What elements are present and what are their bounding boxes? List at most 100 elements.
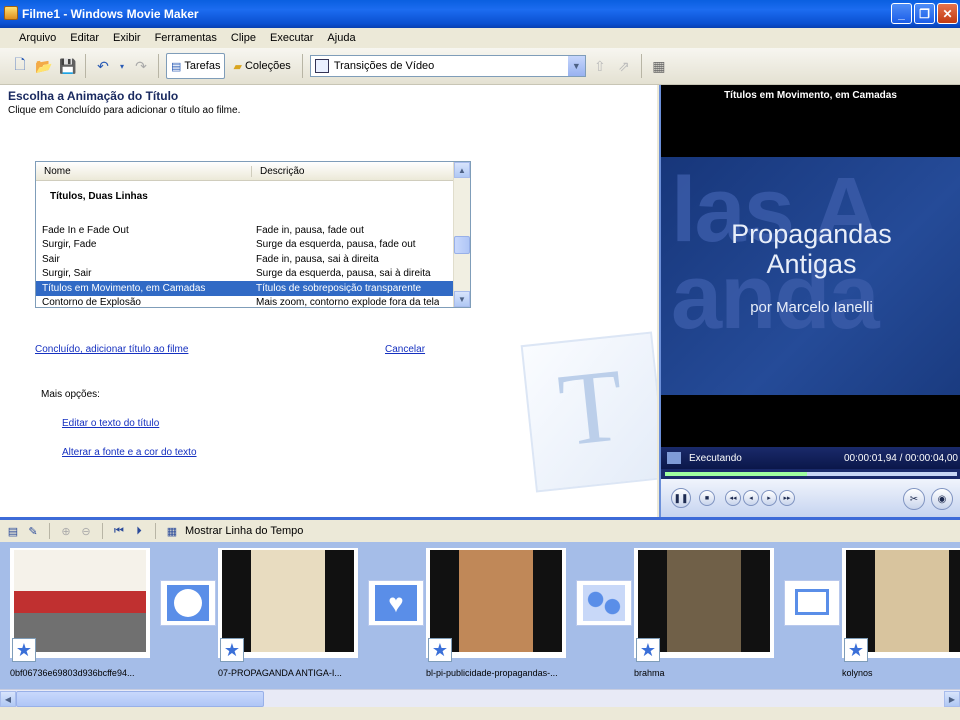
- video-effect-star-icon[interactable]: ★: [428, 638, 452, 662]
- timeline-icon[interactable]: ▦: [165, 524, 179, 538]
- list-item[interactable]: Contorno de Explosão Mais zoom, contorno …: [36, 296, 454, 307]
- transition-heart-icon: ♥: [375, 585, 417, 621]
- open-project-icon[interactable]: 📂: [34, 56, 54, 76]
- tasks-label: Tarefas: [184, 60, 221, 72]
- playback-time: 00:00:01,94 / 00:00:04,00: [844, 452, 958, 464]
- window-title: Filme1 - Windows Movie Maker: [22, 7, 199, 21]
- storyboard-toolbar: ▤ ✎ ⊕ ⊖ ⏮ ⏵ ▦ Mostrar Linha do Tempo: [0, 517, 960, 542]
- storyboard-clip[interactable]: ★: [842, 548, 960, 662]
- stop-icon[interactable]: ■: [699, 490, 715, 506]
- zoom-out-icon[interactable]: ⊖: [79, 524, 93, 538]
- storyboard-clip[interactable]: ★: [426, 548, 566, 662]
- views-icon[interactable]: ▦: [649, 56, 669, 76]
- column-description[interactable]: Descrição: [252, 166, 304, 177]
- menu-bar: Arquivo Editar Exibir Ferramentas Clipe …: [0, 28, 960, 48]
- tasks-button[interactable]: ▤ Tarefas: [166, 53, 226, 79]
- undo-dropdown-icon[interactable]: ▾: [117, 56, 127, 76]
- seek-bar[interactable]: [661, 469, 960, 479]
- video-effect-star-icon[interactable]: ★: [844, 638, 868, 662]
- task-subtitle: Clique em Concluído para adicionar o tít…: [8, 105, 241, 116]
- scroll-left-icon[interactable]: ◀: [0, 691, 16, 707]
- previous-frame-icon[interactable]: ◂◂: [725, 490, 741, 506]
- scroll-up-icon[interactable]: ▲: [454, 162, 470, 178]
- menu-arquivo[interactable]: Arquivo: [12, 32, 63, 44]
- close-button[interactable]: ✕: [937, 3, 958, 24]
- cancel-link[interactable]: Cancelar: [385, 344, 425, 355]
- minimize-button[interactable]: _: [891, 3, 912, 24]
- edit-title-text-link[interactable]: Editar o texto do título: [62, 418, 159, 429]
- title-big-letter: T: [553, 347, 629, 469]
- storyboard-clip[interactable]: ★: [634, 548, 774, 662]
- list-item[interactable]: Surgir, Sair Surge da esquerda, pausa, sa…: [36, 267, 454, 282]
- done-add-title-link[interactable]: Concluído, adicionar título ao filme: [35, 344, 188, 355]
- collection-select-value: Transições de Vídeo: [333, 60, 435, 72]
- scroll-down-icon[interactable]: ▼: [454, 291, 470, 307]
- next-frame-icon[interactable]: ▸▸: [779, 490, 795, 506]
- save-project-icon[interactable]: 💾: [58, 56, 78, 76]
- list-item[interactable]: Sair Fade in, pausa, sai à direita: [36, 252, 454, 267]
- new-project-icon[interactable]: 🗋: [10, 56, 30, 76]
- transition-cell[interactable]: [784, 580, 840, 626]
- clip-label: brahma: [634, 668, 665, 678]
- preview-title-text: Propagandas Antigas: [731, 219, 892, 279]
- collection-folder-icon: [314, 59, 329, 73]
- collection-select[interactable]: Transições de Vídeo ▼: [309, 55, 586, 77]
- menu-clipe[interactable]: Clipe: [224, 32, 263, 44]
- change-font-color-link[interactable]: Alterar a fonte e a cor do texto: [62, 447, 197, 458]
- menu-ferramentas[interactable]: Ferramentas: [148, 32, 224, 44]
- split-clip-icon[interactable]: ✂: [903, 488, 925, 510]
- movie-maker-icon: [4, 6, 18, 20]
- list-scrollbar[interactable]: ▲ ▼: [453, 162, 470, 307]
- transition-cell[interactable]: ♥: [368, 580, 424, 626]
- zoom-in-icon[interactable]: ⊕: [59, 524, 73, 538]
- list-item[interactable]: Fade In e Fade Out Fade in, pausa, fade o…: [36, 223, 454, 238]
- forward-icon[interactable]: ▸: [761, 490, 777, 506]
- chevron-down-icon[interactable]: ▼: [567, 56, 585, 76]
- list-item[interactable]: Surgir, Fade Surge da esquerda, pausa, fa…: [36, 238, 454, 253]
- animation-list[interactable]: Nome Descrição Títulos, Duas Linhas Fade…: [35, 161, 471, 308]
- clip-label: kolynos: [842, 668, 873, 678]
- playback-status: Executando: [689, 452, 742, 464]
- transition-box-icon: [795, 589, 829, 615]
- video-effect-star-icon[interactable]: ★: [636, 638, 660, 662]
- list-header: Nome Descrição: [36, 162, 470, 181]
- snapshot-icon[interactable]: ◉: [931, 488, 953, 510]
- storyboard: ★ ★ ♥ ★ ★ ★ 0bf06736e69803d936bcffe94...…: [0, 542, 960, 689]
- scroll-thumb[interactable]: [454, 236, 470, 254]
- list-group-header: Títulos, Duas Linhas: [50, 191, 148, 202]
- pause-icon[interactable]: ❚❚: [671, 488, 691, 508]
- menu-exibir[interactable]: Exibir: [106, 32, 148, 44]
- column-name[interactable]: Nome: [36, 165, 252, 177]
- show-timeline-button[interactable]: Mostrar Linha do Tempo: [185, 525, 303, 537]
- preview-author-text: por Marcelo Ianelli: [750, 299, 873, 316]
- list-item-selected[interactable]: Títulos em Movimento, em Camadas Títulos …: [36, 281, 454, 296]
- clip-label: bl-pi-publicidade-propagandas-...: [426, 668, 558, 678]
- scroll-right-icon[interactable]: ▶: [944, 691, 960, 707]
- maximize-button[interactable]: ❐: [914, 3, 935, 24]
- video-effect-star-icon[interactable]: ★: [12, 638, 36, 662]
- rewind-icon[interactable]: ◂: [743, 490, 759, 506]
- menu-executar[interactable]: Executar: [263, 32, 320, 44]
- horizontal-scroll-thumb[interactable]: [16, 691, 264, 707]
- storyboard-clip[interactable]: ★: [10, 548, 150, 662]
- new-folder-icon[interactable]: ⇗: [614, 56, 634, 76]
- storyboard-clip[interactable]: ★: [218, 548, 358, 662]
- menu-ajuda[interactable]: Ajuda: [320, 32, 362, 44]
- video-effect-star-icon[interactable]: ★: [220, 638, 244, 662]
- task-pane: Escolha a Animação do Título Clique em C…: [0, 85, 657, 517]
- storyboard-scrollbar[interactable]: ◀ ▶: [0, 689, 960, 707]
- rewind-storyboard-icon[interactable]: ⏮: [112, 524, 126, 538]
- transition-dissolve-icon: [583, 585, 625, 621]
- storyboard-view-icon[interactable]: ▤: [6, 524, 20, 538]
- transition-cell[interactable]: [160, 580, 216, 626]
- play-storyboard-icon[interactable]: ⏵: [132, 524, 146, 538]
- transition-cell[interactable]: [576, 580, 632, 626]
- collections-button[interactable]: ▰ Coleções: [229, 53, 294, 79]
- preview-header: Títulos em Movimento, em Camadas: [724, 89, 897, 101]
- undo-icon[interactable]: ↶: [93, 56, 113, 76]
- narrate-icon[interactable]: ✎: [26, 524, 40, 538]
- menu-editar[interactable]: Editar: [63, 32, 106, 44]
- redo-icon[interactable]: ↷: [131, 56, 151, 76]
- title-big-icon: T: [520, 331, 657, 493]
- up-level-icon[interactable]: ⇧: [590, 56, 610, 76]
